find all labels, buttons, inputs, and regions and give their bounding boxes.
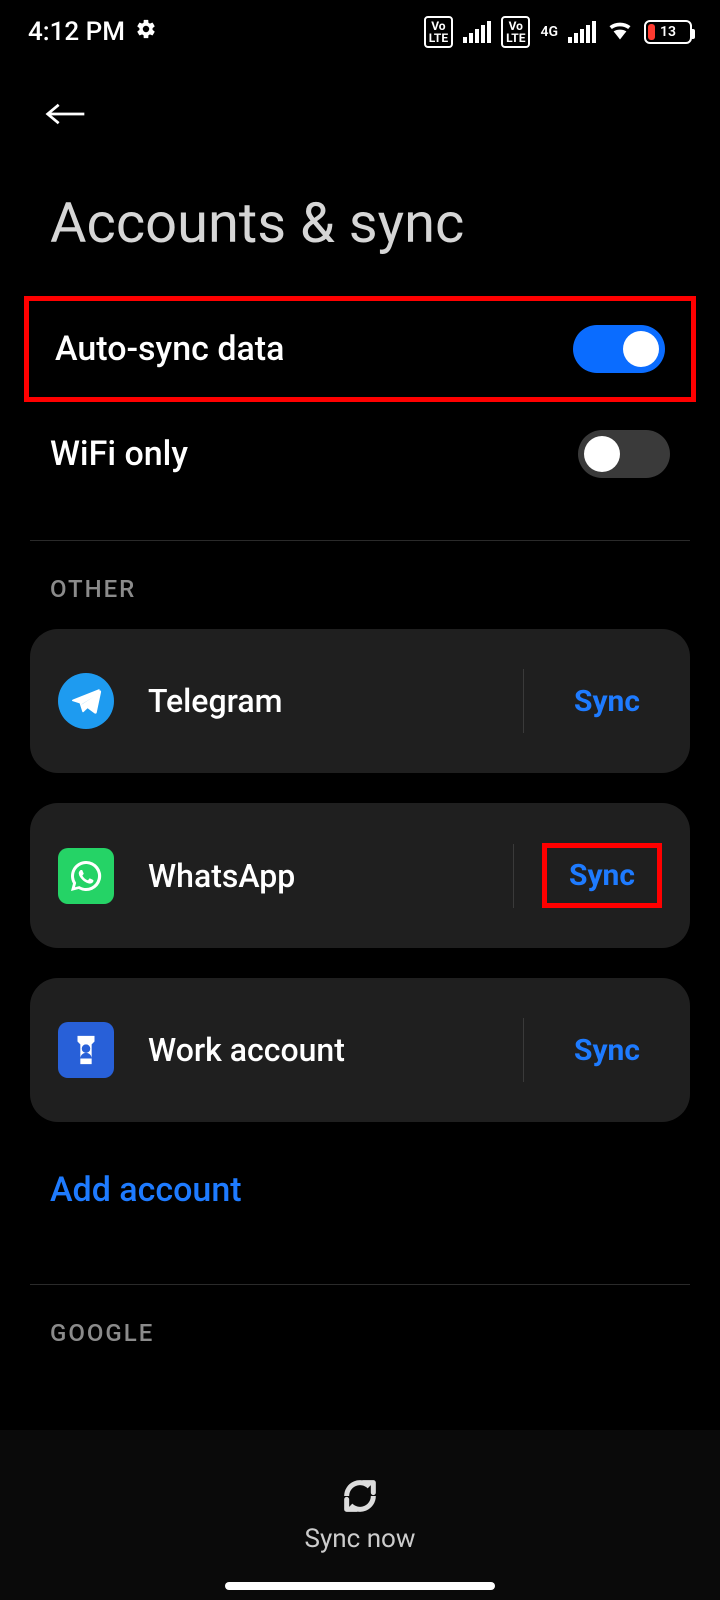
card-divider xyxy=(523,1018,524,1082)
account-name: WhatsApp xyxy=(114,857,513,895)
battery-percent: 13 xyxy=(646,24,690,40)
wifi-only-toggle[interactable] xyxy=(578,430,670,478)
gear-icon xyxy=(135,17,157,47)
telegram-icon xyxy=(58,673,114,729)
status-bar: 4:12 PM VoLTE VoLTE 4G 13 xyxy=(0,0,720,64)
section-header-google: GOOGLE xyxy=(0,1319,720,1373)
arrow-left-icon xyxy=(44,92,88,136)
sync-button-telegram[interactable]: Sync xyxy=(552,674,662,729)
account-name: Work account xyxy=(114,1031,523,1069)
auto-sync-row[interactable]: Auto-sync data xyxy=(24,296,696,402)
back-button[interactable] xyxy=(0,64,720,140)
account-row-work[interactable]: Work account Sync xyxy=(30,978,690,1122)
network-type-label: 4G xyxy=(540,24,558,40)
volte-badge-2-icon: VoLTE xyxy=(501,16,530,48)
signal-2-icon xyxy=(568,21,596,43)
auto-sync-label: Auto-sync data xyxy=(55,329,284,369)
add-account-button[interactable]: Add account xyxy=(0,1152,720,1250)
wifi-icon xyxy=(606,15,634,50)
wifi-only-row[interactable]: WiFi only xyxy=(0,402,720,506)
whatsapp-icon xyxy=(58,848,114,904)
volte-badge-icon: VoLTE xyxy=(424,16,453,48)
auto-sync-toggle[interactable] xyxy=(573,325,665,373)
sync-icon xyxy=(340,1476,380,1516)
divider xyxy=(30,540,690,541)
battery-icon: 13 xyxy=(644,20,692,44)
account-row-whatsapp[interactable]: WhatsApp Sync xyxy=(30,803,690,948)
status-time: 4:12 PM xyxy=(28,17,125,47)
card-divider xyxy=(523,669,524,733)
section-header-other: OTHER xyxy=(0,575,720,629)
page-title: Accounts & sync xyxy=(0,140,720,296)
home-indicator[interactable] xyxy=(225,1582,495,1590)
account-name: Telegram xyxy=(114,682,523,720)
work-account-icon xyxy=(58,1022,114,1078)
divider xyxy=(30,1284,690,1285)
account-row-telegram[interactable]: Telegram Sync xyxy=(30,629,690,773)
sync-button-whatsapp[interactable]: Sync xyxy=(542,843,662,908)
sync-now-label: Sync now xyxy=(305,1524,416,1554)
wifi-only-label: WiFi only xyxy=(50,434,188,474)
sync-now-button[interactable]: Sync now xyxy=(0,1430,720,1600)
card-divider xyxy=(513,844,514,908)
signal-1-icon xyxy=(463,21,491,43)
sync-button-work[interactable]: Sync xyxy=(552,1023,662,1078)
